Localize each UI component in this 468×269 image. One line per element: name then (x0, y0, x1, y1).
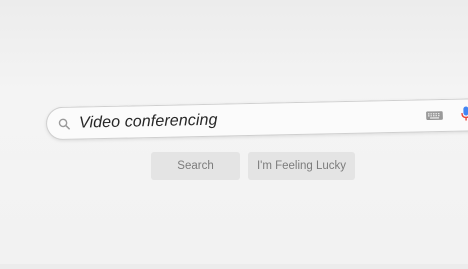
microphone-icon[interactable] (461, 105, 468, 121)
keyboard-icon[interactable] (426, 111, 443, 120)
search-bar[interactable]: Video conferencing (46, 97, 468, 140)
search-icon (58, 118, 70, 130)
search-input[interactable]: Video conferencing (79, 112, 218, 133)
feeling-lucky-button[interactable]: I'm Feeling Lucky (248, 152, 355, 180)
search-button[interactable]: Search (151, 152, 240, 180)
search-area: Video conferencing (0, 0, 468, 269)
